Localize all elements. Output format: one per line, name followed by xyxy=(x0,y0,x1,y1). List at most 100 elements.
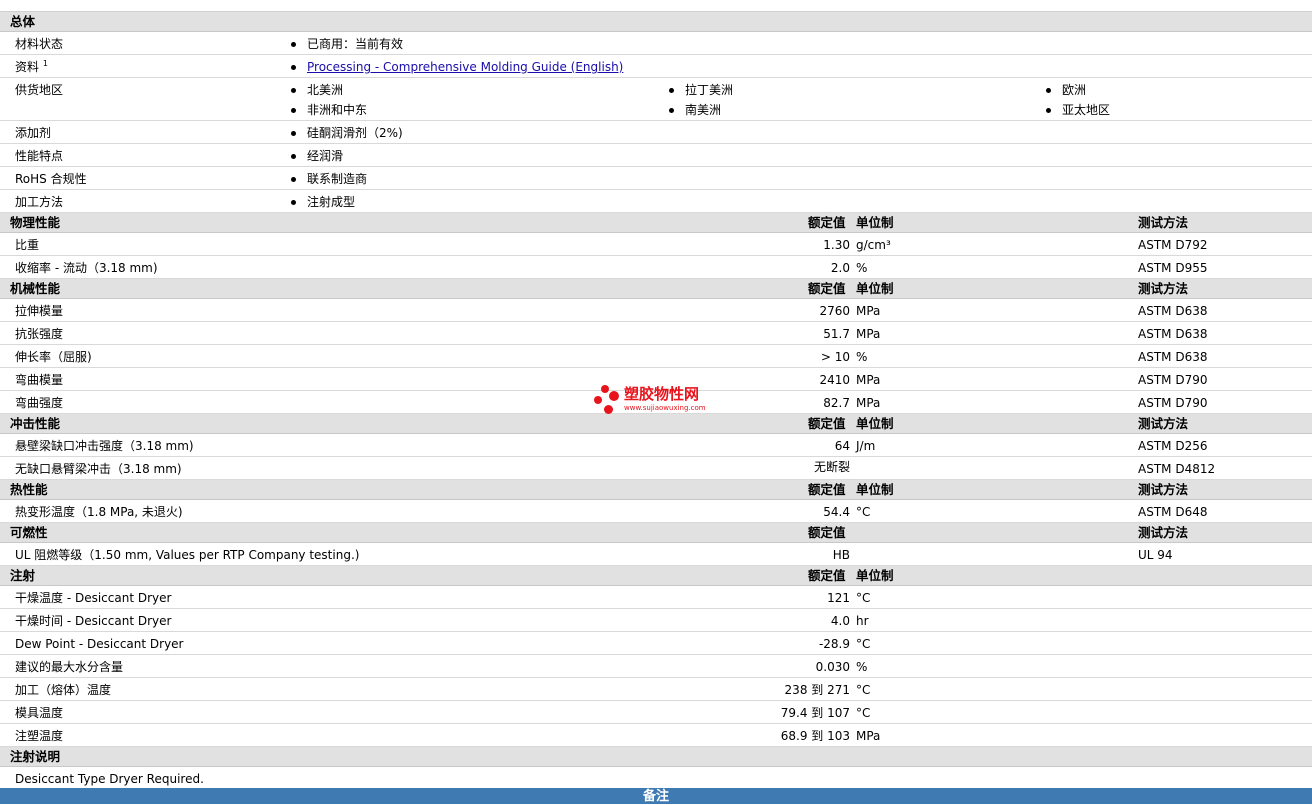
property-unit: °C xyxy=(856,637,871,651)
table-row: 热变形温度（1.8 MPa, 未退火) 54.4 °C ASTM D648 xyxy=(0,500,1312,523)
property-label: 热变形温度（1.8 MPa, 未退火) xyxy=(15,505,183,519)
property-value: 82.7 xyxy=(823,396,850,410)
section-general-header: 总体 xyxy=(0,12,1312,32)
table-row: 干燥时间 - Desiccant Dryer 4.0 hr xyxy=(0,609,1312,632)
property-value: 1.30 xyxy=(823,238,850,252)
general-row-additive: 添加剂 硅酮润滑剂（2%) xyxy=(0,121,1312,144)
property-unit: % xyxy=(856,660,868,674)
section-title: 可燃性 xyxy=(10,525,48,540)
test-method: ASTM D955 xyxy=(1138,261,1208,275)
column-header-unit: 单位制 xyxy=(856,482,894,497)
property-value: 无断裂 xyxy=(813,460,850,474)
section-title: 总体 xyxy=(10,14,36,29)
test-method: ASTM D4812 xyxy=(1138,462,1216,476)
property-label: 注塑温度 xyxy=(15,729,64,743)
bullet-icon xyxy=(1046,108,1051,113)
column-header-unit: 单位制 xyxy=(856,416,894,431)
general-row-regions: 供货地区 北美洲 拉丁美洲 欧洲 非洲和中东 南美洲 亚太地区 xyxy=(0,78,1312,121)
column-header-value: 额定值 xyxy=(808,416,846,431)
property-label: 拉伸模量 xyxy=(15,304,64,318)
general-row-rohs: RoHS 合规性 联系制造商 xyxy=(0,167,1312,190)
test-method: ASTM D792 xyxy=(1138,238,1208,252)
row-label: 添加剂 xyxy=(15,126,52,140)
property-unit: g/cm³ xyxy=(856,238,891,252)
section-injection-header: 注射 额定值 单位制 xyxy=(0,566,1312,586)
property-unit: °C xyxy=(856,505,871,519)
table-row: 伸长率（屈服) > 10 % ASTM D638 xyxy=(0,345,1312,368)
section-title: 注射说明 xyxy=(10,749,61,764)
general-row-features: 性能特点 经润滑 xyxy=(0,144,1312,167)
property-unit: MPa xyxy=(856,327,881,341)
logo-dot xyxy=(604,405,613,414)
row-label: 供货地区 xyxy=(15,83,64,97)
column-header-test: 测试方法 xyxy=(1138,416,1189,431)
property-unit: MPa xyxy=(856,729,881,743)
table-row: 抗张强度 51.7 MPa ASTM D638 xyxy=(0,322,1312,345)
section-physical-header: 物理性能 额定值 单位制 测试方法 xyxy=(0,213,1312,233)
property-value: 121 xyxy=(827,591,850,605)
table-row: 建议的最大水分含量 0.030 % xyxy=(0,655,1312,678)
property-value: 2.0 xyxy=(830,261,850,275)
property-label: 收缩率 - 流动（3.18 mm) xyxy=(15,261,158,275)
row-label: 资料 1 xyxy=(15,59,48,75)
section-mechanical-header: 机械性能 额定值 单位制 测试方法 xyxy=(0,279,1312,299)
table-row: 悬壁梁缺口冲击强度（3.18 mm) 64 J/m ASTM D256 xyxy=(0,434,1312,457)
property-unit: hr xyxy=(856,614,869,628)
property-value: > 10 xyxy=(820,350,850,364)
property-label: 干燥时间 - Desiccant Dryer xyxy=(15,614,172,628)
column-header-test: 测试方法 xyxy=(1138,215,1189,230)
property-value: 0.030 xyxy=(815,660,850,674)
test-method: ASTM D790 xyxy=(1138,373,1208,387)
logo-dot xyxy=(609,391,619,401)
section-thermal-header: 热性能 额定值 单位制 测试方法 xyxy=(0,480,1312,500)
test-method: ASTM D638 xyxy=(1138,350,1208,364)
molding-guide-link[interactable]: Processing - Comprehensive Molding Guide… xyxy=(307,60,623,74)
column-header-unit: 单位制 xyxy=(856,281,894,296)
property-label: 建议的最大水分含量 xyxy=(15,660,124,674)
property-unit: J/m xyxy=(856,439,876,453)
bullet-icon xyxy=(291,154,296,159)
row-label: 加工方法 xyxy=(15,195,64,209)
table-row: 注塑温度 68.9 到 103 MPa xyxy=(0,724,1312,747)
column-header-value: 额定值 xyxy=(808,281,846,296)
top-spacer xyxy=(0,0,1312,12)
property-unit: MPa xyxy=(856,373,881,387)
test-method: ASTM D638 xyxy=(1138,304,1208,318)
notes-footer-bar: 备注 xyxy=(0,788,1312,804)
section-title: 机械性能 xyxy=(10,281,61,296)
property-unit: °C xyxy=(856,706,871,720)
property-label: Dew Point - Desiccant Dryer xyxy=(15,637,184,651)
bullet-icon xyxy=(291,88,296,93)
property-value: 79.4 到 107 xyxy=(780,706,850,720)
section-injection-notes-header: 注射说明 xyxy=(0,747,1312,767)
section-title: 物理性能 xyxy=(10,215,61,230)
column-header-test: 测试方法 xyxy=(1138,525,1189,540)
property-value: 51.7 xyxy=(823,327,850,341)
test-method: ASTM D638 xyxy=(1138,327,1208,341)
table-row: 干燥温度 - Desiccant Dryer 121 °C xyxy=(0,586,1312,609)
section-title: 注射 xyxy=(10,568,36,583)
bullet-icon xyxy=(1046,88,1051,93)
table-row: 拉伸模量 2760 MPa ASTM D638 xyxy=(0,299,1312,322)
column-header-test: 测试方法 xyxy=(1138,281,1189,296)
table-row: Dew Point - Desiccant Dryer -28.9 °C xyxy=(0,632,1312,655)
column-header-value: 额定值 xyxy=(808,482,846,497)
table-row: 收缩率 - 流动（3.18 mm) 2.0 % ASTM D955 xyxy=(0,256,1312,279)
watermark-title: 塑胶物性网 xyxy=(624,385,700,403)
row-label: RoHS 合规性 xyxy=(15,172,87,186)
column-header-unit: 单位制 xyxy=(856,215,894,230)
property-unit: % xyxy=(856,350,868,364)
bullet-icon xyxy=(669,108,674,113)
logo-dot xyxy=(594,396,602,404)
property-unit: °C xyxy=(856,591,871,605)
bullet-icon xyxy=(291,177,296,182)
bullet-icon xyxy=(291,200,296,205)
section-title: 热性能 xyxy=(10,482,48,497)
column-header-value: 额定值 xyxy=(808,215,846,230)
section-flammability-header: 可燃性 额定值 测试方法 xyxy=(0,523,1312,543)
property-value: 2410 xyxy=(819,373,850,387)
property-label: 加工（熔体）温度 xyxy=(15,683,112,697)
test-method: ASTM D256 xyxy=(1138,439,1208,453)
property-unit: °C xyxy=(856,683,871,697)
test-method: ASTM D790 xyxy=(1138,396,1208,410)
